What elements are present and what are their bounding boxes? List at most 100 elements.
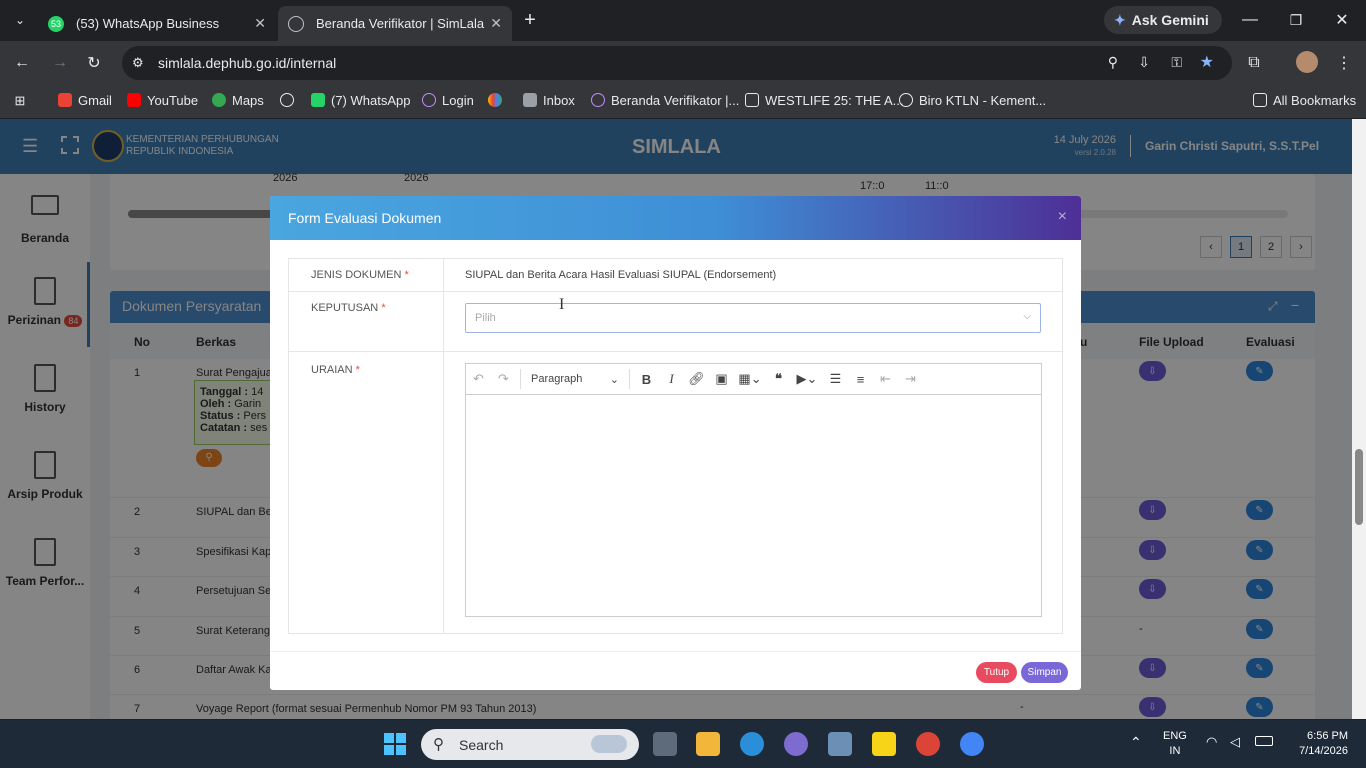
task-view-icon[interactable] — [653, 732, 677, 756]
bulleted-list-icon[interactable]: ☰ — [823, 364, 848, 395]
language-indicator[interactable]: ENG IN — [1163, 729, 1187, 759]
simpan-button[interactable]: Simpan — [1021, 662, 1068, 683]
menu-kebab-icon[interactable]: ⋮ — [1330, 49, 1358, 77]
minimize-icon[interactable]: — — [1236, 6, 1264, 34]
close-window-icon[interactable]: ✕ — [1328, 6, 1356, 34]
search-icon: ⚲ — [433, 736, 444, 753]
label-text: KEPUTUSAN — [311, 302, 379, 314]
keputusan-label: KEPUTUSAN * — [311, 302, 386, 314]
bookmark-gmail[interactable]: Gmail — [58, 85, 112, 115]
required-mark: * — [404, 269, 409, 281]
bookmark-westlife[interactable]: WESTLIFE 25: THE A... — [745, 85, 903, 115]
row-jenis-dokumen: JENIS DOKUMEN * SIUPAL dan Berita Acara … — [289, 259, 1062, 292]
globe-icon — [280, 93, 294, 107]
indent-icon[interactable]: ⇥ — [898, 364, 923, 395]
gmail-icon — [58, 93, 72, 107]
all-bookmarks-label: All Bookmarks — [1273, 92, 1357, 108]
address-field[interactable]: ⚙ simlala.dephub.go.id/internal ⚲ ⇩ ⚿ ★ — [122, 46, 1232, 80]
jenis-dokumen-label: JENIS DOKUMEN * — [311, 269, 409, 281]
profile-avatar[interactable] — [1296, 51, 1318, 73]
italic-icon[interactable]: I — [659, 364, 684, 395]
lang-line-2: IN — [1169, 745, 1181, 757]
wifi-icon[interactable]: ◠ — [1206, 734, 1217, 750]
bookmark-label: Maps — [232, 92, 264, 108]
insert-image-icon[interactable]: ▣ — [709, 364, 734, 395]
back-icon[interactable]: ← — [8, 49, 36, 77]
file-explorer-icon[interactable] — [696, 732, 720, 756]
numbered-list-icon[interactable]: ≡ — [848, 364, 873, 395]
globe-icon — [899, 93, 913, 107]
install-app-icon[interactable]: ⇩ — [1138, 54, 1150, 71]
forward-icon[interactable]: → — [46, 49, 74, 77]
zoom-icon[interactable]: ⚲ — [1108, 54, 1118, 71]
bookmark-globe[interactable] — [280, 85, 300, 115]
windows-start-icon[interactable] — [384, 733, 406, 755]
extensions-icon[interactable]: ⧉ — [1240, 49, 1268, 77]
close-tab-icon[interactable]: ✕ — [490, 15, 502, 32]
link-icon[interactable]: 🔗︎ — [684, 364, 709, 395]
bookmark-label: YouTube — [147, 92, 199, 108]
battery-icon[interactable] — [1255, 736, 1273, 746]
globe-icon — [288, 15, 304, 32]
whatsapp-icon — [311, 93, 325, 107]
volume-icon[interactable]: ◁ — [1230, 734, 1240, 750]
clock-time: 6:56 PM — [1307, 730, 1348, 742]
insert-media-icon[interactable]: ▶⌄ — [791, 364, 823, 395]
blockquote-icon[interactable]: ❝ — [766, 364, 791, 395]
bookmark-beranda[interactable]: Beranda Verifikator |... — [591, 85, 739, 115]
search-highlight-icon — [591, 735, 627, 753]
bookmark-biro-ktln[interactable]: Biro KTLN - Kement... — [899, 85, 1046, 115]
clock[interactable]: 6:56 PM 7/14/2026 — [1288, 729, 1348, 759]
gemini-icon: ✦ — [1114, 11, 1126, 28]
all-bookmarks[interactable]: All Bookmarks — [1253, 85, 1356, 115]
bookmark-whatsapp[interactable]: (7) WhatsApp — [311, 85, 410, 115]
window-scrollbar[interactable] — [1352, 119, 1366, 719]
browser-tab-strip: ⌄ 53 (53) WhatsApp Business ✕ Beranda Ve… — [0, 0, 1366, 41]
evaluation-modal: Form Evaluasi Dokumen × JENIS DOKUMEN * … — [270, 196, 1081, 690]
bookmark-youtube[interactable]: YouTube — [127, 85, 198, 115]
redo-icon[interactable]: ↷ — [491, 364, 516, 395]
required-mark: * — [381, 302, 386, 314]
tab-whatsapp[interactable]: 53 (53) WhatsApp Business ✕ — [38, 6, 276, 41]
paragraph-format-select[interactable]: Paragraph ⌄ — [525, 373, 625, 386]
tray-chevron-icon[interactable]: ⌃ — [1130, 734, 1142, 751]
modal-title: Form Evaluasi Dokumen — [288, 210, 442, 226]
restore-icon[interactable]: ❐ — [1282, 6, 1310, 34]
chrome-icon[interactable] — [916, 732, 940, 756]
ask-gemini-button[interactable]: ✦ Ask Gemini — [1104, 6, 1222, 34]
bookmark-photos[interactable] — [488, 85, 508, 115]
bookmark-maps[interactable]: Maps — [212, 85, 264, 115]
scrollbar-thumb[interactable] — [1355, 449, 1363, 525]
apps-grid-icon[interactable]: ⊞ — [6, 87, 34, 115]
modal-footer-divider — [270, 651, 1081, 652]
bookmark-login[interactable]: Login — [422, 85, 474, 115]
youtube-icon — [127, 93, 141, 107]
bold-icon[interactable]: B — [634, 364, 659, 395]
app-icon[interactable] — [784, 732, 808, 756]
label-text: URAIAN — [311, 364, 353, 376]
bookmark-star-icon[interactable]: ★ — [1200, 52, 1214, 72]
new-tab-icon[interactable]: + — [516, 6, 544, 34]
modal-close-icon[interactable]: × — [1058, 208, 1067, 226]
undo-icon[interactable]: ↶ — [466, 364, 491, 395]
editor-content-area[interactable] — [466, 395, 1041, 616]
sticky-notes-icon[interactable] — [872, 732, 896, 756]
tutup-button[interactable]: Tutup — [976, 662, 1017, 683]
password-key-icon[interactable]: ⚿ — [1171, 54, 1182, 71]
edge-icon[interactable] — [740, 732, 764, 756]
jenis-dokumen-value: SIUPAL dan Berita Acara Hasil Evaluasi S… — [465, 269, 777, 281]
camera-app-icon[interactable] — [828, 732, 852, 756]
bookmark-inbox[interactable]: Inbox — [523, 85, 575, 115]
tab-search-icon[interactable]: ⌄ — [6, 6, 34, 34]
mail-icon — [523, 93, 537, 107]
site-info-icon[interactable]: ⚙ — [132, 55, 144, 71]
keputusan-select[interactable]: Pilih ⌵ — [465, 303, 1041, 333]
reload-icon[interactable]: ↻ — [80, 49, 108, 77]
chrome-profile-icon[interactable] — [960, 732, 984, 756]
insert-table-icon[interactable]: ▦⌄ — [734, 364, 766, 395]
close-tab-icon[interactable]: ✕ — [254, 15, 266, 32]
taskbar-search[interactable]: ⚲ Search — [421, 729, 639, 760]
tab-simlala[interactable]: Beranda Verifikator | SimLala ✕ — [278, 6, 512, 41]
tab-label: Beranda Verifikator | SimLala — [316, 16, 485, 31]
outdent-icon[interactable]: ⇤ — [873, 364, 898, 395]
